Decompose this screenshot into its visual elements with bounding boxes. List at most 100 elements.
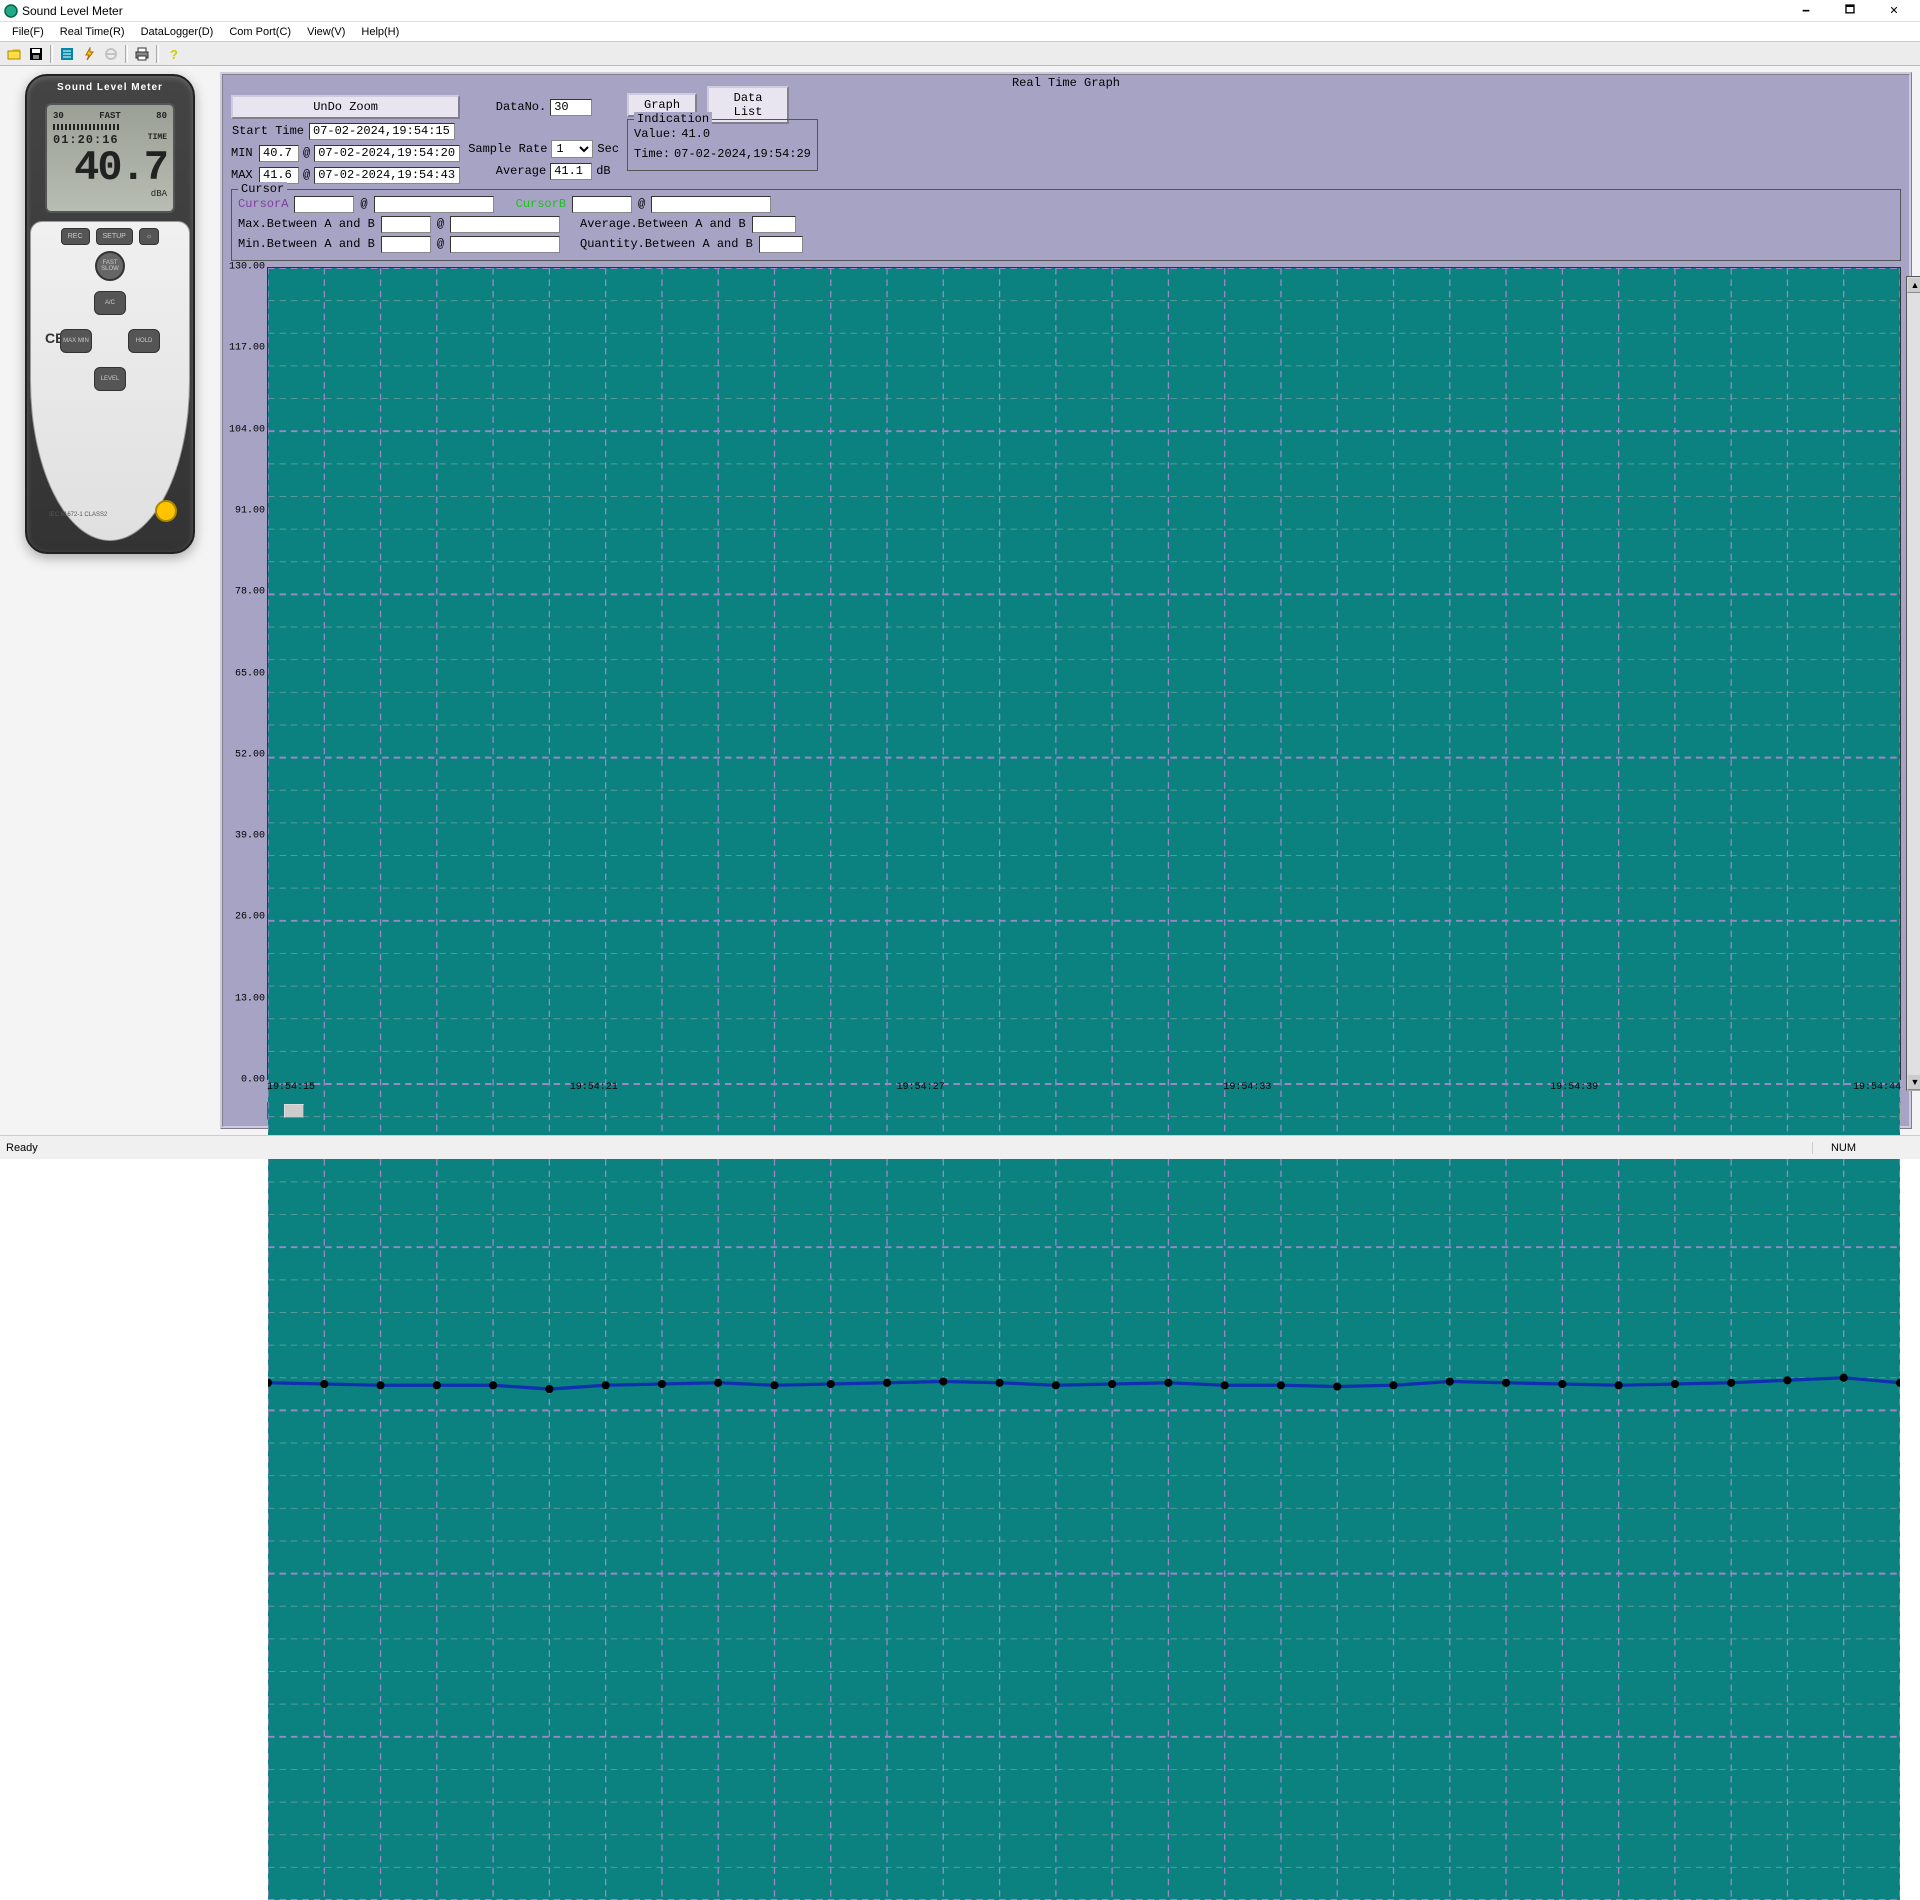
main-area: Sound Level Meter 30 FAST 80 01:20:16 TI…	[0, 66, 1920, 1135]
maxab1-input[interactable]	[381, 216, 431, 233]
scroll-up-icon[interactable]: ▲	[1907, 277, 1920, 293]
device-power-button[interactable]	[155, 500, 177, 522]
disabled-icon	[101, 44, 121, 64]
maxab2-input[interactable]	[450, 216, 560, 233]
device-hold-button[interactable]: HOLD	[128, 329, 160, 353]
samplerate-select[interactable]: 1	[551, 140, 593, 158]
value-label: Value:	[634, 127, 677, 141]
menu-comport[interactable]: Com Port(C)	[221, 24, 299, 40]
avgab-input[interactable]	[752, 216, 796, 233]
chart-area: 130.00117.00104.0091.0078.0065.0052.0039…	[231, 267, 1901, 1080]
cursor-legend: Cursor	[238, 182, 287, 196]
list-icon[interactable]	[57, 44, 77, 64]
device-panel: Sound Level Meter 30 FAST 80 01:20:16 TI…	[0, 66, 220, 1135]
max-at-input[interactable]	[314, 167, 460, 184]
menu-file[interactable]: File(F)	[4, 24, 52, 40]
time-readout: 07-02-2024,19:54:29	[674, 147, 811, 161]
window-title: Sound Level Meter	[22, 4, 1784, 18]
minab2-input[interactable]	[450, 236, 560, 253]
cursor-a2-input[interactable]	[374, 196, 494, 213]
scrollbar-track[interactable]	[284, 1104, 1884, 1118]
chart-x-axis: 19:54:1519:54:2119:54:2719:54:3319:54:39…	[267, 1082, 1901, 1100]
bolt-icon[interactable]	[79, 44, 99, 64]
y-tick: 104.00	[229, 424, 265, 435]
meter-header: Sound Level Meter	[27, 76, 193, 99]
device-light-button[interactable]: ☼	[139, 228, 159, 245]
menu-view[interactable]: View(V)	[299, 24, 353, 40]
device-setup-button[interactable]: SETUP	[96, 228, 133, 245]
at-label: @	[303, 168, 310, 182]
at-label: @	[437, 217, 444, 231]
device-fastslow-button[interactable]: FAST SLOW	[95, 251, 125, 281]
y-tick: 65.00	[235, 668, 265, 679]
min-input[interactable]	[259, 145, 299, 162]
at-label: @	[360, 197, 367, 211]
datano-input[interactable]	[550, 99, 592, 116]
starttime-input[interactable]	[309, 123, 455, 140]
value-readout: 41.0	[681, 127, 710, 141]
print-icon[interactable]	[132, 44, 152, 64]
device-dpad: A/C MAX MIN HOLD LEVEL	[60, 291, 160, 391]
undo-zoom-button[interactable]: UnDo Zoom	[231, 95, 460, 119]
chart-plot-wrap[interactable]	[267, 267, 1901, 1080]
menu-help[interactable]: Help(H)	[353, 24, 407, 40]
lcd-scale-high: 80	[156, 111, 167, 121]
status-ready: Ready	[6, 1142, 38, 1154]
y-tick: 39.00	[235, 831, 265, 842]
cursor-b2-input[interactable]	[651, 196, 771, 213]
minab1-input[interactable]	[381, 236, 431, 253]
x-tick: 19:54:15	[267, 1082, 315, 1093]
at-label: @	[303, 146, 310, 160]
qtyab-input[interactable]	[759, 236, 803, 253]
toolbar-separator	[125, 45, 128, 63]
vertical-scrollbar[interactable]: ▲ ▼	[1906, 276, 1920, 1091]
chart-y-axis: 130.00117.00104.0091.0078.0065.0052.0039…	[231, 267, 267, 1080]
max-label: MAX	[231, 168, 255, 182]
scrollbar-thumb[interactable]	[284, 1104, 304, 1118]
x-tick: 19:54:44	[1853, 1082, 1901, 1093]
x-tick: 19:54:33	[1223, 1082, 1271, 1093]
help-icon[interactable]: ?	[163, 44, 183, 64]
panel-title: Real Time Graph	[223, 75, 1909, 91]
scroll-down-icon[interactable]: ▼	[1907, 1074, 1920, 1090]
open-icon[interactable]	[4, 44, 24, 64]
close-button[interactable]: ✕	[1872, 1, 1916, 21]
device-maxmin-button[interactable]: MAX MIN	[60, 329, 92, 353]
statusbar: Ready NUM	[0, 1135, 1920, 1159]
lcd-bargraph	[53, 124, 121, 130]
minab-label: Min.Between A and B	[238, 237, 375, 251]
cursor-b1-input[interactable]	[572, 196, 632, 213]
datano-label: DataNo.	[468, 100, 546, 114]
device-level-button[interactable]: LEVEL	[94, 367, 126, 391]
menu-realtime[interactable]: Real Time(R)	[52, 24, 133, 40]
cursor-box: Cursor CursorA @ CursorB @ Max.Between A…	[231, 189, 1901, 261]
avgab-label: Average.Between A and B	[580, 217, 746, 231]
toolbar: ?	[0, 42, 1920, 66]
average-input[interactable]	[550, 163, 592, 180]
min-at-input[interactable]	[314, 145, 460, 162]
control-bar: UnDo Zoom Start Time MIN @ MAX @	[223, 91, 1909, 189]
cursor-b-label: CursorB	[516, 197, 566, 211]
y-tick: 78.00	[235, 587, 265, 598]
menu-datalogger[interactable]: DataLogger(D)	[133, 24, 222, 40]
y-tick: 13.00	[235, 993, 265, 1004]
average-label: Average	[468, 164, 546, 178]
samplerate-label: Sample Rate	[468, 142, 547, 156]
max-input[interactable]	[259, 167, 299, 184]
cursor-a-label: CursorA	[238, 197, 288, 211]
starttime-label: Start Time	[231, 124, 305, 138]
save-icon[interactable]	[26, 44, 46, 64]
indication-legend: Indication	[634, 112, 712, 126]
minimize-button[interactable]: 🗕	[1784, 1, 1828, 21]
meter-device: Sound Level Meter 30 FAST 80 01:20:16 TI…	[25, 74, 195, 554]
vscroll-track[interactable]	[1907, 293, 1920, 1074]
device-rec-button[interactable]: REC	[61, 228, 90, 245]
cursor-a1-input[interactable]	[294, 196, 354, 213]
maximize-button[interactable]: 🗖	[1828, 1, 1872, 21]
device-ac-button[interactable]: A/C	[94, 291, 126, 315]
db-label: dB	[596, 164, 610, 178]
lcd-scale-low: 30	[53, 111, 64, 121]
status-num: NUM	[1812, 1142, 1874, 1154]
indication-box: Indication Value:41.0 Time:07-02-2024,19…	[627, 119, 818, 171]
horizontal-scrollbar[interactable]: ◄ ►	[267, 1102, 1901, 1120]
